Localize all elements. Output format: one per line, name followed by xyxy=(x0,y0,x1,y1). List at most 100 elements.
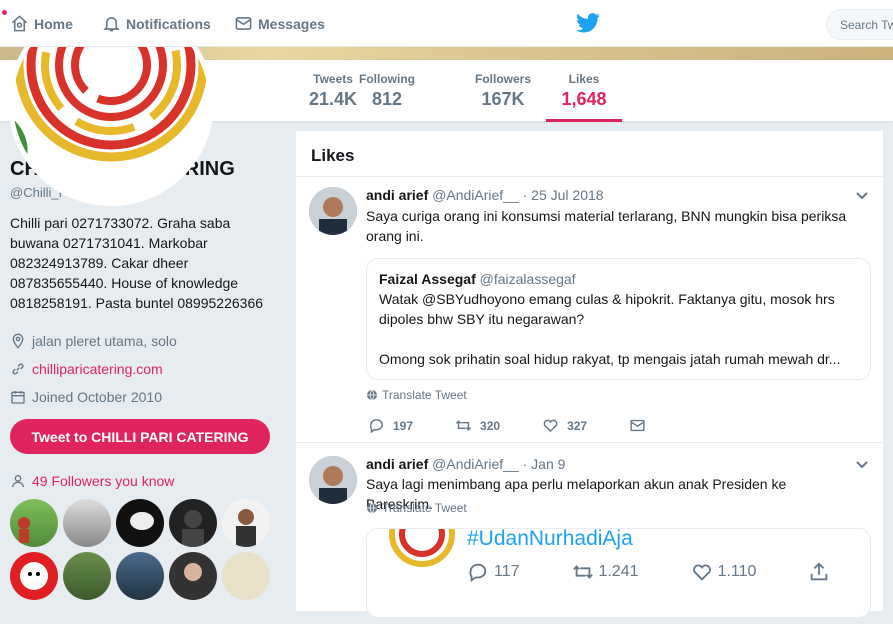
quoted-text: Watak @SBYudhoyono emang culas & hipokri… xyxy=(379,291,835,327)
home-icon xyxy=(11,15,28,32)
stat-following-value: 812 xyxy=(371,89,403,109)
followers-you-know[interactable]: 49 Followers you know xyxy=(10,473,174,489)
heart-icon xyxy=(543,419,558,433)
tweet[interactable]: andi arief @AndiArief__ · Jan 9 Saya lag… xyxy=(296,444,883,624)
embedded-media[interactable]: #UdanNurhadiAja 117 1.241 1.110 xyxy=(366,528,871,618)
translate-tweet[interactable]: Translate Tweet xyxy=(366,501,467,515)
timeline-title: Likes xyxy=(296,131,883,177)
retweet-icon xyxy=(572,565,593,579)
tweet-author-name[interactable]: andi arief xyxy=(366,187,428,203)
follower-avatar[interactable] xyxy=(63,499,111,547)
envelope-icon xyxy=(630,419,645,432)
calendar-icon xyxy=(11,391,25,404)
follower-photo xyxy=(184,563,202,581)
follower-avatar[interactable] xyxy=(116,552,164,600)
tweet-header: andi arief @AndiArief__ · 25 Jul 2018 xyxy=(366,187,604,203)
follower-avatar[interactable] xyxy=(10,499,58,547)
globe-icon xyxy=(367,389,377,401)
author-photo xyxy=(309,456,357,504)
translate-label: Translate Tweet xyxy=(382,388,467,402)
embedded-retweet-count: 1.241 xyxy=(598,563,639,580)
search-input[interactable]: Search Tw xyxy=(826,9,893,40)
tweet-text: Saya curiga orang ini konsumsi material … xyxy=(366,208,847,244)
nav-messages-label: Messages xyxy=(258,15,325,32)
chevron-down-icon[interactable] xyxy=(855,460,869,470)
follower-photo xyxy=(236,509,256,547)
tweet-author-avatar[interactable] xyxy=(309,456,357,504)
reply-icon xyxy=(369,419,383,434)
likes-timeline: Likes andi arief @AndiArief__ · 25 Jul 2… xyxy=(296,131,883,618)
like-button[interactable]: 327 xyxy=(542,417,587,434)
stat-followers[interactable]: Followers 167K xyxy=(475,72,531,110)
retweet-button[interactable]: 320 xyxy=(455,417,500,434)
tweet-to-button[interactable]: Tweet to CHILLI PARI CATERING xyxy=(10,419,270,454)
location-pin-icon xyxy=(12,333,24,349)
embedded-hashtag: #UdanNurhadiAja xyxy=(467,528,633,550)
envelope-icon xyxy=(235,17,252,30)
tweet[interactable]: andi arief @AndiArief__ · 25 Jul 2018 Sa… xyxy=(296,177,883,443)
quoted-author-name: Faizal Assegaf xyxy=(379,271,476,287)
stat-followers-label: Followers xyxy=(475,72,532,86)
follower-avatar[interactable] xyxy=(10,552,58,600)
reply-count: 197 xyxy=(393,418,414,433)
stat-following-label: Following xyxy=(359,72,415,86)
profile-joined: Joined October 2010 xyxy=(10,383,275,411)
author-photo xyxy=(309,187,357,235)
follower-photo xyxy=(182,510,204,547)
nav-messages[interactable]: Messages xyxy=(234,14,325,33)
bell-icon xyxy=(103,17,120,32)
profile-location-text: jalan pleret utama, solo xyxy=(32,333,177,349)
nav-home[interactable]: Home xyxy=(10,14,73,33)
twitter-bird-icon[interactable] xyxy=(576,13,600,33)
tweet-author-avatar[interactable] xyxy=(309,187,357,235)
follower-avatar[interactable] xyxy=(63,552,111,600)
retweet-icon xyxy=(455,420,472,431)
embedded-retweet: 1.241 xyxy=(572,561,639,583)
profile-joined-text: Joined October 2010 xyxy=(32,389,162,405)
nav-notifications[interactable]: Notifications xyxy=(102,14,211,33)
embedded-reply: 117 xyxy=(467,561,520,583)
stat-likes-label: Likes xyxy=(568,72,600,86)
chevron-down-icon[interactable] xyxy=(855,191,869,201)
reply-button[interactable]: 197 xyxy=(368,417,413,434)
follower-avatar[interactable] xyxy=(116,499,164,547)
follower-avatar[interactable] xyxy=(222,499,270,547)
reply-icon xyxy=(469,563,487,583)
profile-website-link[interactable]: chilliparicatering.com xyxy=(32,361,163,377)
translate-tweet[interactable]: Translate Tweet xyxy=(366,388,467,402)
quoted-text-continued: Omong sok prihatin soal hidup rakyat, tp… xyxy=(379,351,841,367)
embedded-share xyxy=(808,561,830,583)
follower-avatar[interactable] xyxy=(222,552,270,600)
nav-home-label: Home xyxy=(34,15,73,32)
profile-stats-bar: Tweets 21.4K Following 812 Followers 167… xyxy=(0,0,893,206)
follower-photo xyxy=(18,517,30,543)
direct-message-button[interactable] xyxy=(629,417,646,434)
tweet-author-name[interactable]: andi arief xyxy=(366,456,428,472)
stat-tweets-label: Tweets xyxy=(313,72,353,86)
embedded-logo xyxy=(389,529,455,567)
stat-following[interactable]: Following 812 xyxy=(359,72,415,110)
quoted-author-handle: @faizalassegaf xyxy=(479,271,576,287)
profile-website: chilliparicatering.com xyxy=(10,355,275,383)
notification-dot xyxy=(2,10,7,15)
stat-tweets[interactable]: Tweets 21.4K xyxy=(309,72,357,110)
followers-you-know-label: 49 Followers you know xyxy=(32,473,175,489)
tweet-author-handle[interactable]: @AndiArief__ · 25 Jul 2018 xyxy=(432,187,603,203)
embedded-reply-count: 117 xyxy=(494,563,520,580)
retweet-count: 320 xyxy=(480,418,501,433)
top-nav: Home Notifications Messages Search Tw xyxy=(0,0,893,47)
like-count: 327 xyxy=(567,418,588,433)
heart-icon xyxy=(692,564,711,581)
profile-location: jalan pleret utama, solo xyxy=(10,327,275,355)
follower-avatar[interactable] xyxy=(169,552,217,600)
embedded-like-count: 1.110 xyxy=(717,563,757,580)
tweet-actions: 197 320 327 xyxy=(368,417,688,434)
nav-notifications-label: Notifications xyxy=(126,15,211,32)
tweet-header: andi arief @AndiArief__ · Jan 9 xyxy=(366,456,565,472)
stat-followers-value: 167K xyxy=(481,89,525,109)
quoted-tweet[interactable]: Faizal Assegaf @faizalassegaf Watak @SBY… xyxy=(366,258,871,380)
embedded-like: 1.110 xyxy=(691,561,757,583)
stat-likes[interactable]: Likes 1,648 xyxy=(546,72,622,122)
follower-avatar[interactable] xyxy=(169,499,217,547)
tweet-author-handle[interactable]: @AndiArief__ · Jan 9 xyxy=(432,456,565,472)
